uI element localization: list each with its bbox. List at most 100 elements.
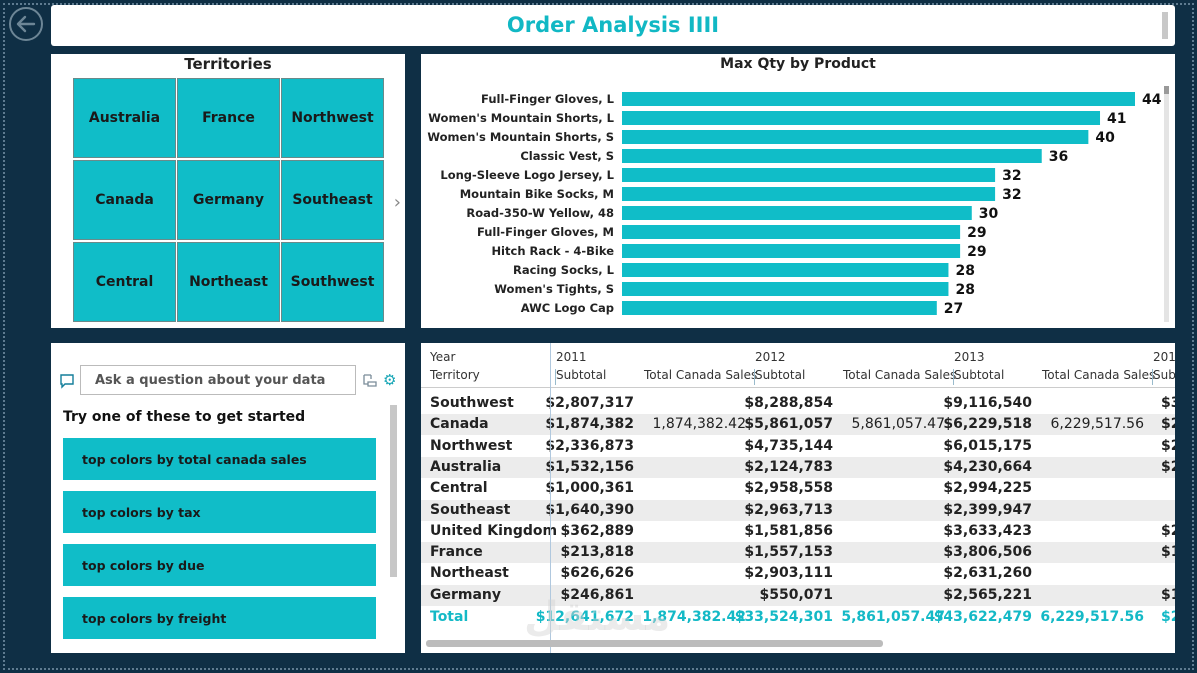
territory-tile[interactable]: Northeast <box>177 242 280 322</box>
qa-hint: Try one of these to get started <box>63 409 306 425</box>
subtotal-cell: $5,861,057 <box>744 416 833 433</box>
territory-tile[interactable]: Central <box>73 242 176 322</box>
back-button[interactable] <box>9 7 43 41</box>
subtotal-cell: $8,288,854 <box>744 395 833 411</box>
bar[interactable] <box>622 206 972 220</box>
table-row[interactable]: Central $1,000,361 $2,958,558 $2,994,225 <box>421 478 1175 499</box>
territory-tile[interactable]: Germany <box>177 160 280 240</box>
qa-scrollbar[interactable] <box>390 405 397 577</box>
qa-suggestion-button[interactable]: top colors by freight <box>63 597 376 639</box>
title-bar: Order Analysis IIII <box>51 5 1175 46</box>
table-row[interactable]: Northwest $2,336,873 $4,735,144 $6,015,175 $… <box>421 436 1175 457</box>
bar[interactable] <box>622 225 961 239</box>
column-header-canada[interactable]: Total Canada Sales <box>843 368 956 382</box>
column-separator <box>1152 369 1153 385</box>
data-label: 32 <box>1002 168 1021 184</box>
subtotal-cell: $3 <box>1161 395 1175 411</box>
canada-sales-cell: 1,874,382.42 <box>652 416 746 433</box>
territory-cell: Central <box>430 480 488 497</box>
subtotal-cell: $33,524,301 <box>734 609 833 625</box>
column-header-canada[interactable]: Total Canada Sales <box>1042 368 1155 382</box>
canada-sales-cell: 5,861,057.47 <box>851 416 945 433</box>
canada-sales-cell: 6,229,517.56 <box>1050 416 1144 433</box>
qa-suggestion-button[interactable]: top colors by tax <box>63 491 376 533</box>
data-label: 36 <box>1049 149 1068 165</box>
year-header[interactable]: 201 <box>1153 350 1175 364</box>
data-label: 28 <box>955 282 974 298</box>
subtotal-cell: $1,000,361 <box>545 480 634 497</box>
subtotal-cell: $3,633,423 <box>943 522 1032 539</box>
row-header-territory: Territory <box>430 368 480 382</box>
subtotal-cell: $4,735,144 <box>744 437 833 454</box>
subtotal-cell: $1,532,156 <box>545 458 634 475</box>
subtotal-cell: $2 <box>1161 458 1175 475</box>
territory-tile[interactable]: Southwest <box>281 242 384 322</box>
table-horizontal-scrollbar[interactable] <box>426 640 883 647</box>
subtotal-cell: $2,124,783 <box>744 458 833 475</box>
subtotal-cell: $213,818 <box>560 544 634 561</box>
bar[interactable] <box>622 92 1135 106</box>
chart-scroll-thumb[interactable] <box>1164 86 1169 94</box>
bar[interactable] <box>622 244 961 258</box>
category-label: Women's Mountain Shorts, L <box>428 111 614 125</box>
table-row[interactable]: Southeast $1,640,390 $2,963,713 $2,399,947 <box>421 499 1175 521</box>
subtotal-cell: $1,874,382 <box>545 416 634 433</box>
territory-tile[interactable]: Northwest <box>281 78 384 158</box>
sales-matrix: Year Territory 2011 2012 2013 201 Subtot… <box>421 343 1175 653</box>
qa-visual: ⚙ Try one of these to get started top co… <box>51 343 405 653</box>
page-title: Order Analysis IIII <box>506 13 720 37</box>
table-row[interactable]: France $213,818 $1,557,153 $3,806,506 $1 <box>421 542 1175 564</box>
year-header[interactable]: 2012 <box>755 350 786 364</box>
subtotal-cell: $362,889 <box>560 522 634 539</box>
table-row[interactable]: Southwest $2,807,317 $8,288,854 $9,116,540 $… <box>421 393 1175 414</box>
table-row[interactable]: Canada $1,874,382 1,874,382.42 $5,861,057 5,… <box>421 414 1175 436</box>
canada-sales-cell: 1,874,382.42 <box>642 609 746 625</box>
territory-tile[interactable]: Canada <box>73 160 176 240</box>
column-header-subtotal[interactable]: Subtotal <box>755 368 805 382</box>
table-row[interactable]: United Kingdom $362,889 $1,581,856 $3,633,4… <box>421 521 1175 542</box>
year-header[interactable]: 2011 <box>556 350 587 364</box>
territory-cell: Northeast <box>430 565 509 582</box>
hierarchy-icon[interactable] <box>362 372 378 388</box>
bar[interactable] <box>622 149 1042 163</box>
qa-suggestion-button[interactable]: top colors by due <box>63 544 376 586</box>
bar[interactable] <box>622 263 949 277</box>
column-separator <box>953 369 954 385</box>
qa-question-input[interactable] <box>80 365 356 395</box>
chart-scrollbar[interactable] <box>1164 86 1169 322</box>
territory-tile[interactable]: France <box>177 78 280 158</box>
bar[interactable] <box>622 301 937 315</box>
territory-tile[interactable]: Southeast <box>281 160 384 240</box>
year-header[interactable]: 2013 <box>954 350 985 364</box>
table-row[interactable]: Northeast $626,626 $2,903,111 $2,631,260 <box>421 563 1175 584</box>
qa-suggestion-button[interactable]: top colors by total canada sales <box>63 438 376 480</box>
territory-tile[interactable]: Australia <box>73 78 176 158</box>
data-label: 32 <box>1002 187 1021 203</box>
territory-cell: Northwest <box>430 437 513 454</box>
arrow-left-icon <box>16 15 36 33</box>
subtotal-cell: $1 <box>1161 586 1175 603</box>
bar[interactable] <box>622 282 949 296</box>
row-header-divider <box>550 343 551 653</box>
category-label: Mountain Bike Socks, M <box>460 187 614 201</box>
bar[interactable] <box>622 168 996 182</box>
gear-icon[interactable]: ⚙ <box>383 371 396 389</box>
total-row[interactable]: Total $12,641,672 1,874,382.42 $33,524,301 5… <box>421 607 1175 628</box>
subtotal-cell: $2,963,713 <box>744 501 833 518</box>
bar[interactable] <box>622 111 1101 125</box>
column-header-subtotal[interactable]: Sub <box>1153 368 1175 382</box>
table-row[interactable]: Germany $246,861 $550,071 $2,565,221 $1 <box>421 584 1175 606</box>
table-row[interactable]: Australia $1,532,156 $2,124,783 $4,230,664 $… <box>421 456 1175 478</box>
subtotal-cell: $3,806,506 <box>943 544 1032 561</box>
territory-cell: Southeast <box>430 501 511 518</box>
title-scrollbar[interactable] <box>1162 12 1168 39</box>
column-header-subtotal[interactable]: Subtotal <box>954 368 1004 382</box>
bar[interactable] <box>622 187 996 201</box>
subtotal-cell: $6,015,175 <box>943 437 1032 454</box>
subtotal-cell: $2,807,317 <box>545 395 634 411</box>
column-header-canada[interactable]: Total Canada Sales <box>644 368 757 382</box>
subtotal-cell: $2,336,873 <box>545 437 634 454</box>
column-header-subtotal[interactable]: Subtotal <box>556 368 606 382</box>
bar[interactable] <box>622 130 1089 144</box>
chevron-right-icon[interactable]: › <box>394 192 401 213</box>
